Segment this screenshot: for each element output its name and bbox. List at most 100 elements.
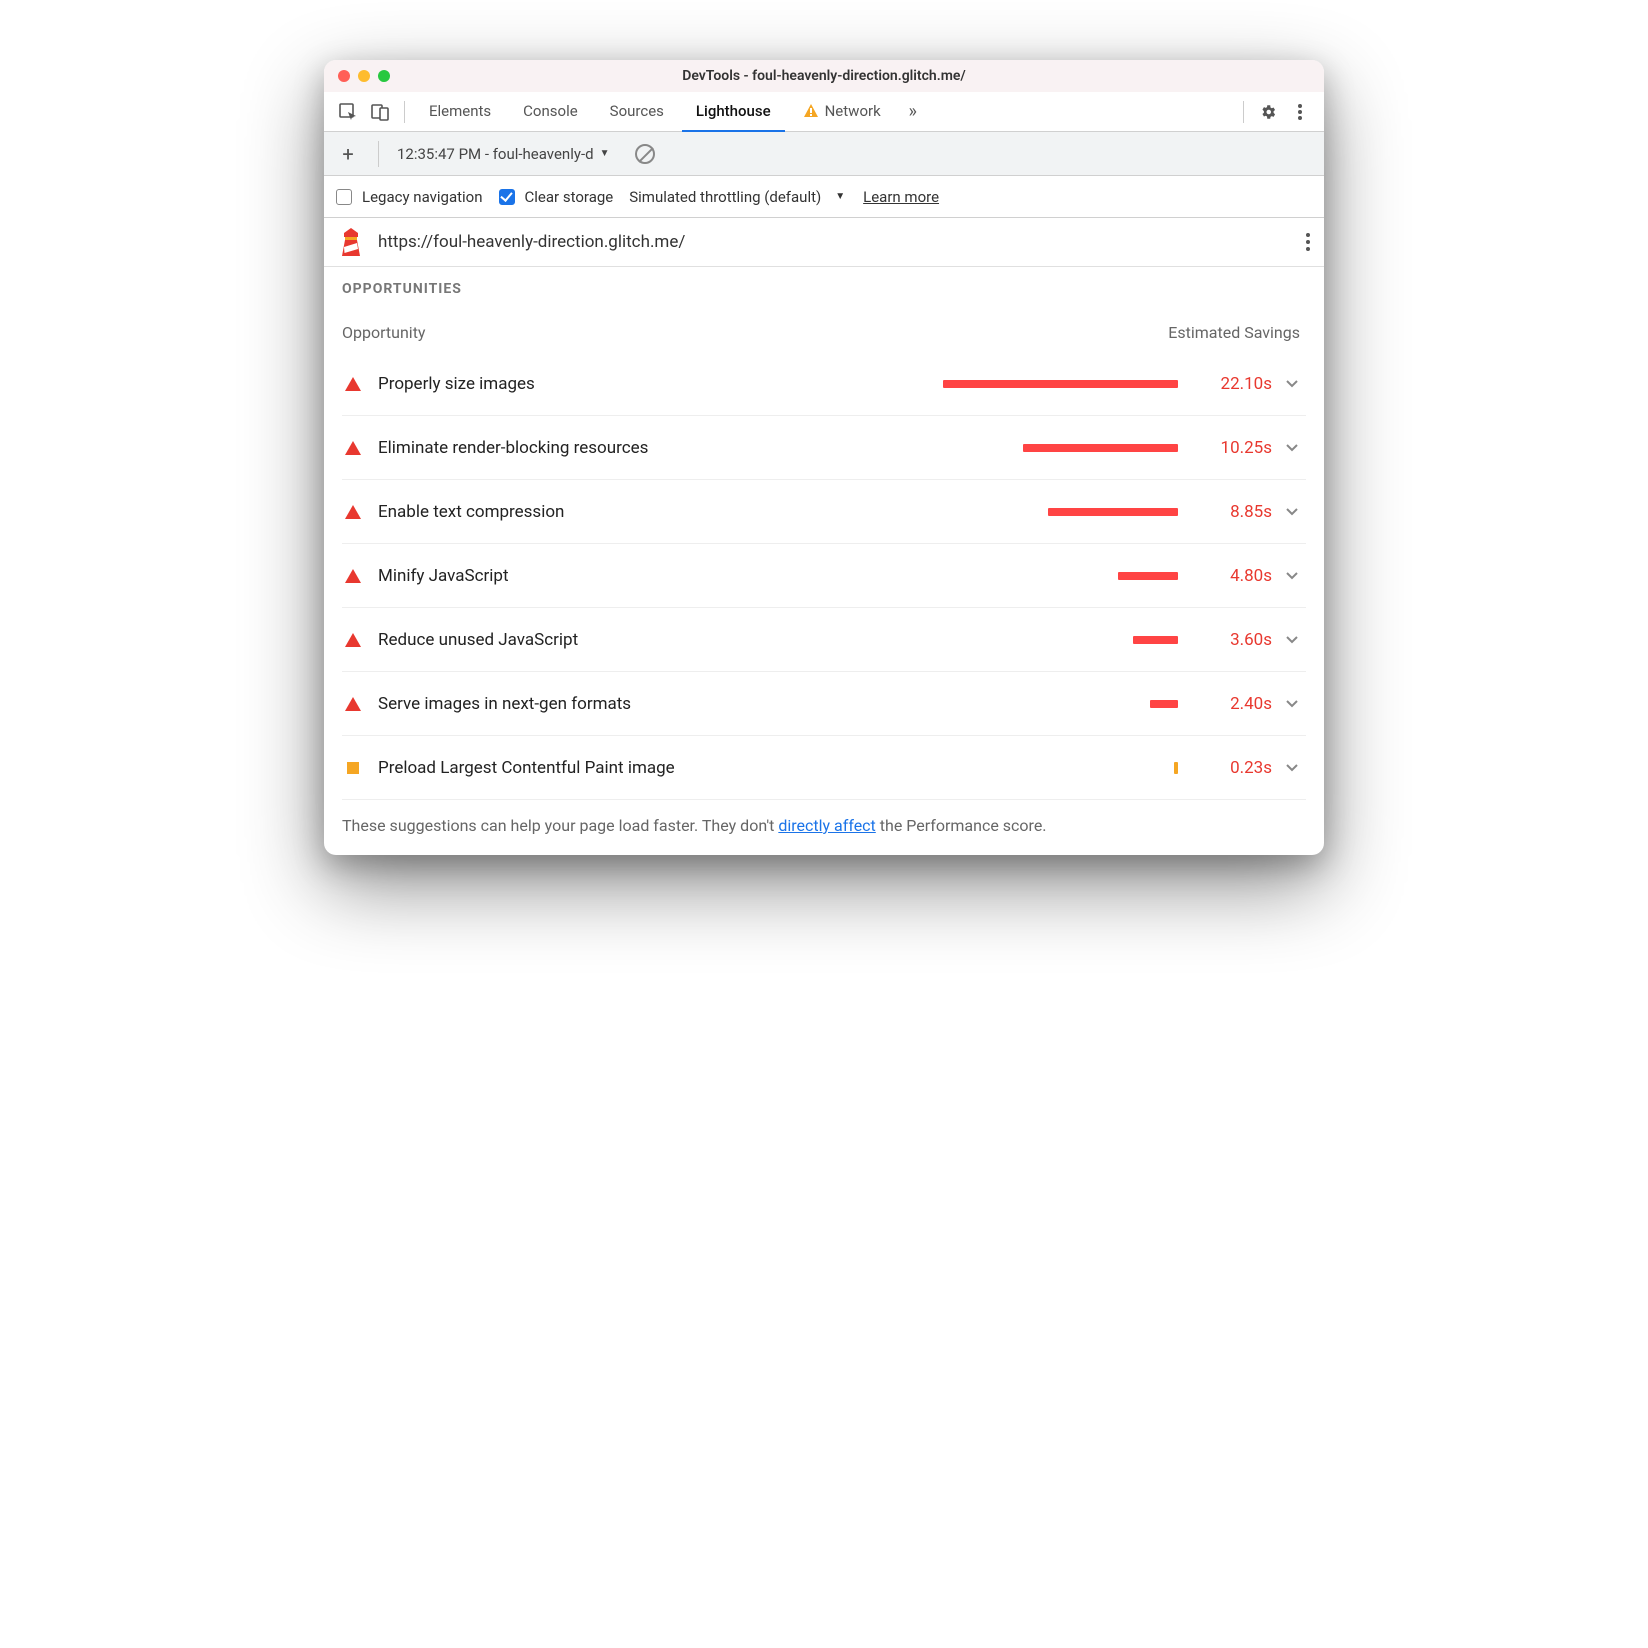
savings-bar <box>943 380 1178 388</box>
dropdown-triangle-icon: ▼ <box>600 148 610 159</box>
chevron-down-icon[interactable] <box>1286 700 1306 708</box>
opportunity-row[interactable]: Properly size images 22.10s <box>342 352 1306 416</box>
opportunity-row[interactable]: Enable text compression 8.85s <box>342 480 1306 544</box>
tab-elements[interactable]: Elements <box>415 92 505 132</box>
directly-affect-link[interactable]: directly affect <box>778 816 875 835</box>
error-triangle-icon <box>342 377 364 391</box>
warning-icon <box>803 103 819 119</box>
opportunities-section-header: OPPORTUNITIES <box>324 267 1324 301</box>
error-triangle-icon <box>342 505 364 519</box>
error-triangle-icon <box>342 633 364 647</box>
maximize-window-button[interactable] <box>378 70 390 82</box>
tab-network-label: Network <box>825 102 881 120</box>
opportunity-title: Enable text compression <box>378 502 564 522</box>
minimize-window-button[interactable] <box>358 70 370 82</box>
savings-value: 3.60s <box>1192 630 1272 650</box>
opportunity-title: Minify JavaScript <box>378 566 509 586</box>
report-url: https://foul-heavenly-direction.glitch.m… <box>378 232 1292 252</box>
chevron-down-icon[interactable] <box>1286 572 1306 580</box>
legacy-navigation-label: Legacy navigation <box>362 188 483 206</box>
savings-value: 8.85s <box>1192 502 1272 522</box>
throttling-label: Simulated throttling (default) <box>629 188 821 206</box>
savings-value: 2.40s <box>1192 694 1272 714</box>
section-title: OPPORTUNITIES <box>342 281 1306 297</box>
savings-value: 10.25s <box>1192 438 1272 458</box>
savings-bar-container <box>578 508 1178 516</box>
savings-bar <box>1023 444 1178 452</box>
opportunity-row[interactable]: Reduce unused JavaScript 3.60s <box>342 608 1306 672</box>
opportunities-footnote: These suggestions can help your page loa… <box>324 800 1324 855</box>
settings-gear-icon[interactable] <box>1254 98 1282 126</box>
savings-bar-container <box>645 700 1178 708</box>
tab-lighthouse[interactable]: Lighthouse <box>682 92 785 132</box>
clear-storage-label: Clear storage <box>525 188 614 206</box>
footnote-text: These suggestions can help your page loa… <box>342 816 778 835</box>
warning-square-icon <box>342 762 364 774</box>
error-triangle-icon <box>342 697 364 711</box>
col-estimated-savings: Estimated Savings <box>1168 323 1300 342</box>
opportunity-row[interactable]: Minify JavaScript 4.80s <box>342 544 1306 608</box>
opportunity-title: Reduce unused JavaScript <box>378 630 578 650</box>
inspect-element-icon[interactable] <box>334 98 362 126</box>
divider <box>404 101 405 123</box>
opportunity-title: Preload Largest Contentful Paint image <box>378 758 675 778</box>
kebab-menu-icon[interactable] <box>1286 98 1314 126</box>
savings-bar <box>1150 700 1178 708</box>
clear-results-icon[interactable] <box>635 144 655 164</box>
chevron-down-icon[interactable] <box>1286 444 1306 452</box>
close-window-button[interactable] <box>338 70 350 82</box>
footnote-text-2: the Performance score. <box>876 816 1047 835</box>
error-triangle-icon <box>342 569 364 583</box>
opportunity-row[interactable]: Preload Largest Contentful Paint image 0.… <box>342 736 1306 800</box>
savings-bar <box>1133 636 1178 644</box>
savings-value: 0.23s <box>1192 758 1272 778</box>
more-tabs-icon[interactable] <box>899 98 927 126</box>
window-controls <box>324 70 390 82</box>
savings-bar-container <box>662 444 1178 452</box>
opportunity-title: Eliminate render-blocking resources <box>378 438 648 458</box>
report-url-row: https://foul-heavenly-direction.glitch.m… <box>324 218 1324 267</box>
chevron-down-icon[interactable] <box>1286 508 1306 516</box>
lighthouse-runbar: + 12:35:47 PM - foul-heavenly-d ▼ <box>324 132 1324 176</box>
savings-bar <box>1118 572 1178 580</box>
report-select-label: 12:35:47 PM - foul-heavenly-d <box>397 145 594 163</box>
tab-console[interactable]: Console <box>509 92 592 132</box>
window-titlebar: DevTools - foul-heavenly-direction.glitc… <box>324 60 1324 92</box>
savings-bar-container <box>592 636 1178 644</box>
savings-bar <box>1048 508 1178 516</box>
lighthouse-icon <box>338 228 364 256</box>
throttling-dropdown-icon[interactable]: ▼ <box>835 191 845 202</box>
chevron-down-icon[interactable] <box>1286 636 1306 644</box>
report-menu-icon[interactable] <box>1306 233 1310 251</box>
chevron-down-icon[interactable] <box>1286 380 1306 388</box>
savings-bar <box>1174 762 1178 774</box>
divider <box>1243 101 1244 123</box>
savings-bar-container <box>523 572 1178 580</box>
learn-more-link[interactable]: Learn more <box>863 188 939 206</box>
lighthouse-settingsbar: Legacy navigation Clear storage Simulate… <box>324 176 1324 218</box>
tab-network[interactable]: Network <box>789 92 895 132</box>
savings-bar-container <box>549 380 1178 388</box>
legacy-navigation-checkbox[interactable] <box>336 189 352 205</box>
new-report-button[interactable]: + <box>336 142 360 166</box>
savings-value: 22.10s <box>1192 374 1272 394</box>
tab-sources[interactable]: Sources <box>596 92 678 132</box>
devtools-window: DevTools - foul-heavenly-direction.glitc… <box>324 60 1324 855</box>
window-title: DevTools - foul-heavenly-direction.glitc… <box>324 68 1324 84</box>
devtools-tabbar: Elements Console Sources Lighthouse Netw… <box>324 92 1324 132</box>
opportunity-column-headers: Opportunity Estimated Savings <box>324 301 1324 352</box>
opportunity-title: Properly size images <box>378 374 535 394</box>
col-opportunity: Opportunity <box>342 323 426 342</box>
chevron-down-icon[interactable] <box>1286 764 1306 772</box>
opportunity-row[interactable]: Serve images in next-gen formats 2.40s <box>342 672 1306 736</box>
savings-bar-container <box>689 762 1178 774</box>
opportunity-row[interactable]: Eliminate render-blocking resources 10.25… <box>342 416 1306 480</box>
report-select[interactable]: 12:35:47 PM - foul-heavenly-d ▼ <box>397 145 609 163</box>
opportunities-list: Properly size images 22.10s Eliminate rend… <box>324 352 1324 800</box>
device-toolbar-icon[interactable] <box>366 98 394 126</box>
divider <box>378 141 379 167</box>
savings-value: 4.80s <box>1192 566 1272 586</box>
error-triangle-icon <box>342 441 364 455</box>
opportunity-title: Serve images in next-gen formats <box>378 694 631 714</box>
clear-storage-checkbox[interactable] <box>499 189 515 205</box>
